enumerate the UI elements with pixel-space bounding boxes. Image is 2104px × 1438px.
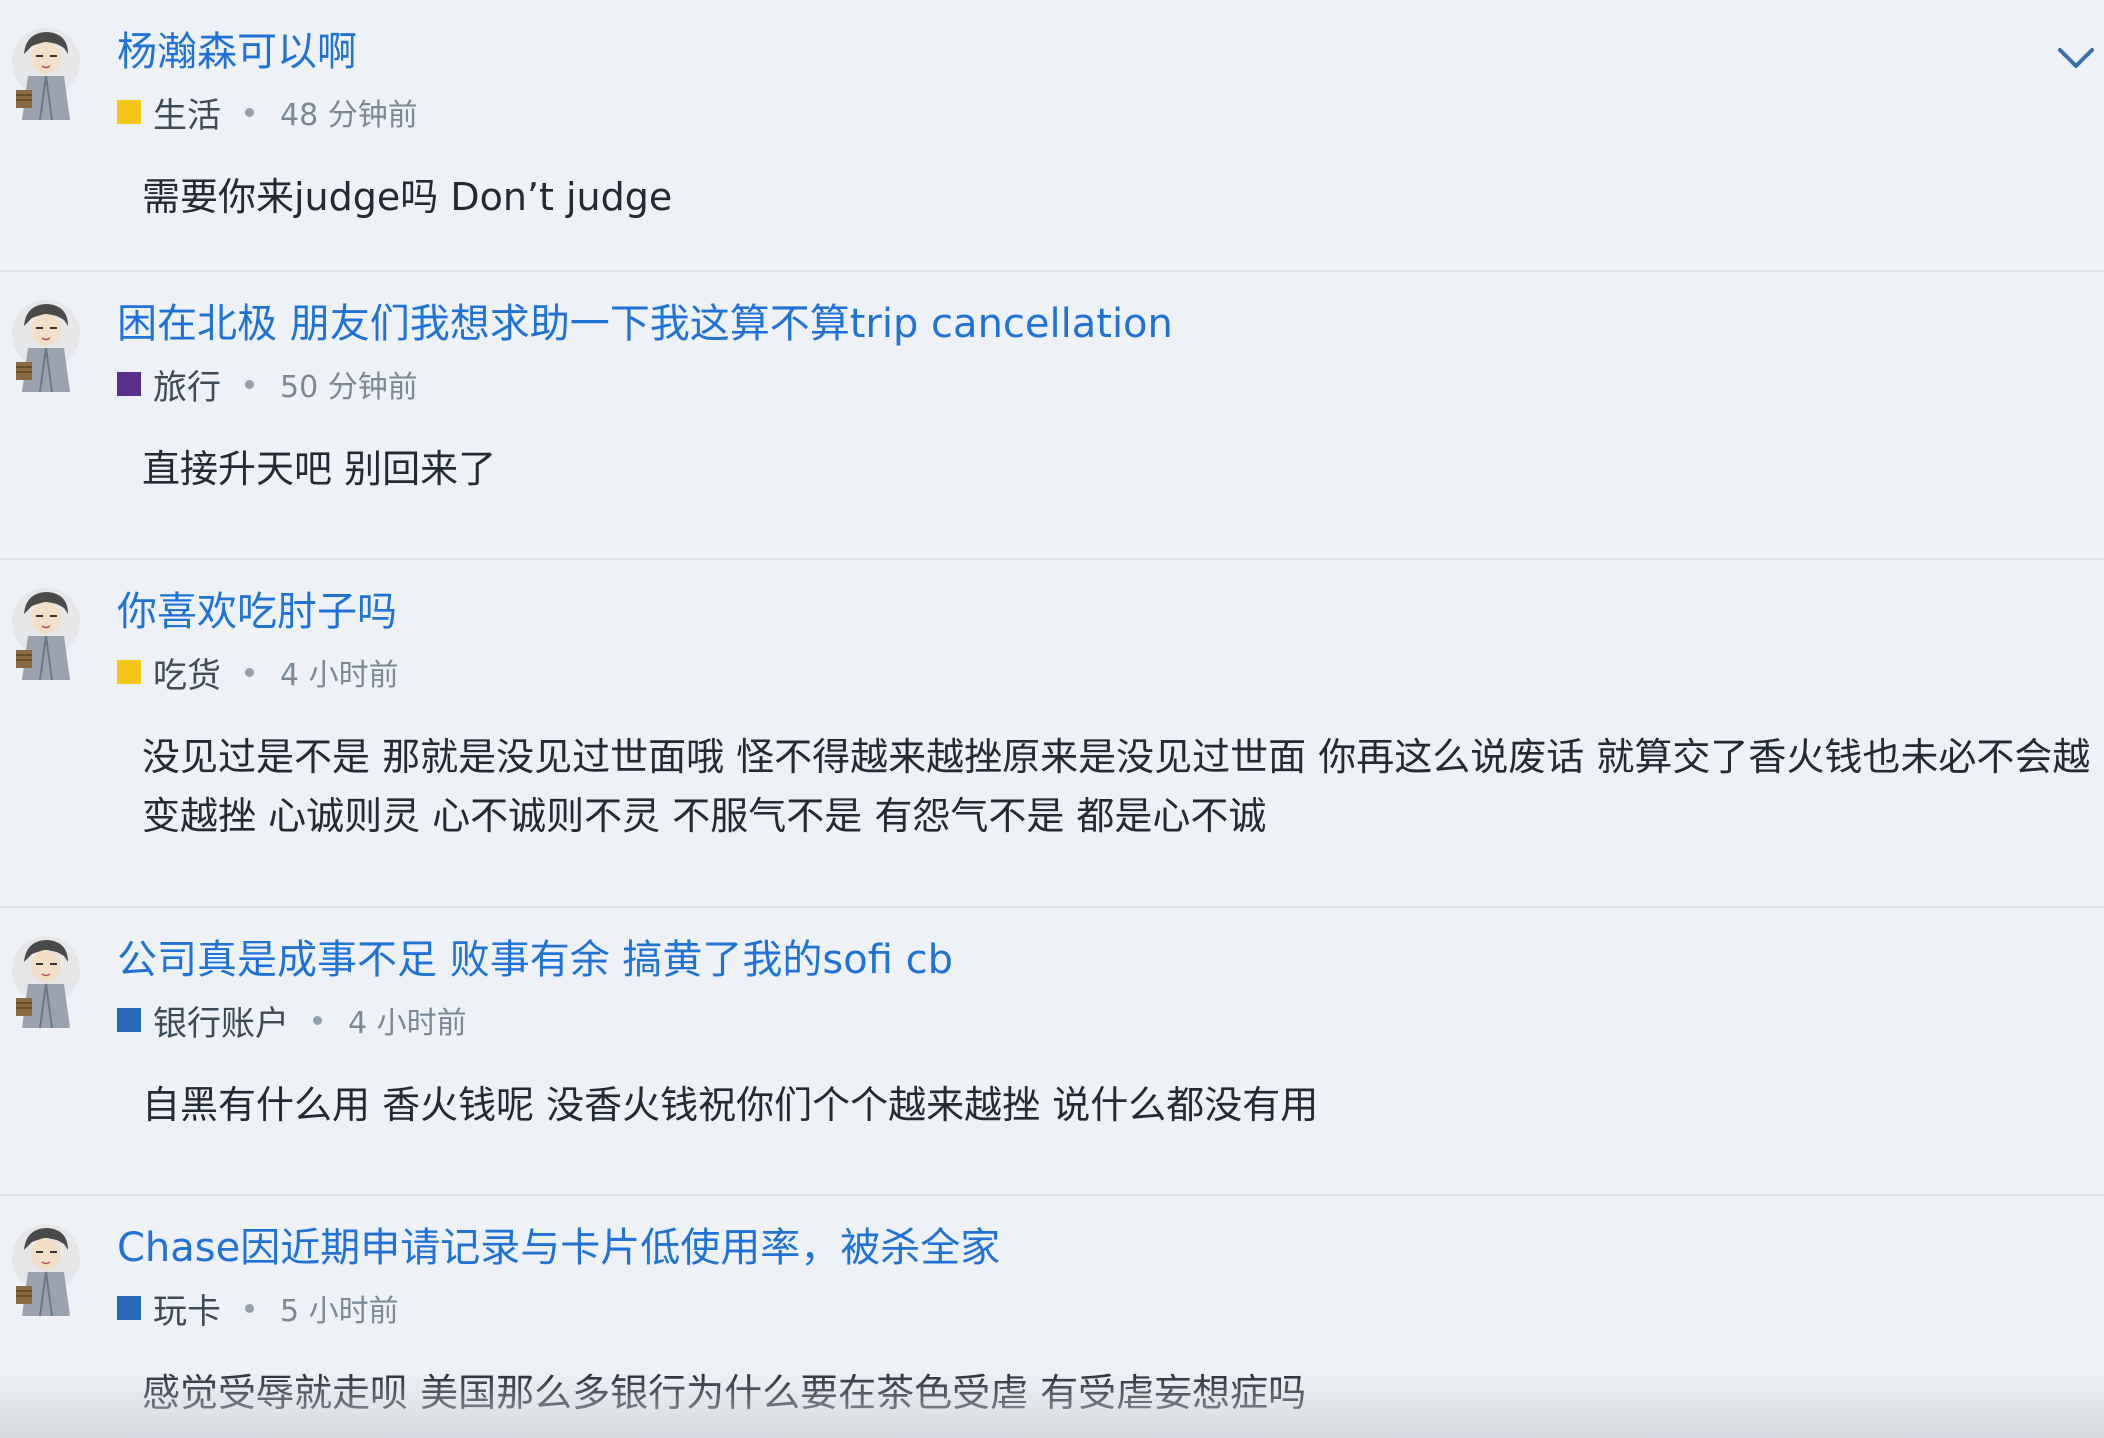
separator-dot: [245, 1303, 254, 1313]
separator-dot: [245, 667, 254, 677]
topic-title-link[interactable]: 杨瀚森可以啊: [117, 26, 357, 78]
category-label[interactable]: 银行账户: [153, 996, 289, 1045]
topic-title-link[interactable]: 困在北极 朋友们我想求助一下我这算不算trip cancellation: [117, 298, 1173, 350]
topic-meta: 吃货 4 小时前: [117, 648, 399, 697]
post-time: 50 分钟前: [280, 370, 418, 405]
post-time: 4 小时前: [280, 658, 399, 693]
category-label[interactable]: 生活: [153, 88, 221, 137]
category-label[interactable]: 旅行: [153, 360, 221, 409]
topic-title-link[interactable]: 你喜欢吃肘子吗: [117, 586, 397, 638]
feed-item: 你喜欢吃肘子吗 吃货 4 小时前 没见过是不是 那就是没见过世面哦 怪不得越来越…: [0, 560, 2104, 908]
category-color-badge: [117, 660, 141, 684]
post-time: 48 分钟前: [280, 98, 418, 133]
topic-feed: 杨瀚森可以啊 生活 48 分钟前 需要你来judge吗 Don’t judge …: [0, 0, 2104, 1438]
user-avatar[interactable]: [6, 24, 88, 126]
feed-item: 困在北极 朋友们我想求助一下我这算不算trip cancellation 旅行 …: [0, 272, 2104, 560]
feed-item: 公司真是成事不足 败事有余 搞黄了我的sofi cb 银行账户 4 小时前 自黑…: [0, 908, 2104, 1196]
category-label[interactable]: 吃货: [153, 648, 221, 697]
post-time: 5 小时前: [280, 1294, 399, 1329]
user-avatar[interactable]: [6, 584, 88, 686]
user-avatar[interactable]: [6, 932, 88, 1034]
feed-item: 杨瀚森可以啊 生活 48 分钟前 需要你来judge吗 Don’t judge: [0, 0, 2104, 272]
topic-meta: 生活 48 分钟前: [117, 88, 418, 137]
category-color-badge: [117, 372, 141, 396]
topic-title-link[interactable]: 公司真是成事不足 败事有余 搞黄了我的sofi cb: [117, 934, 953, 986]
reply-excerpt: 直接升天吧 别回来了: [142, 447, 497, 491]
topic-meta: 银行账户 4 小时前: [117, 996, 467, 1045]
category-color-badge: [117, 1296, 141, 1320]
reply-excerpt: 没见过是不是 那就是没见过世面哦 怪不得越来越挫原来是没见过世面 你再这么说废话…: [142, 735, 2091, 838]
category-color-badge: [117, 100, 141, 124]
reply-excerpt: 感觉受辱就走呗 美国那么多银行为什么要在茶色受虐 有受虐妄想症吗: [142, 1371, 1307, 1415]
post-time: 4 小时前: [348, 1006, 467, 1041]
topic-meta: 旅行 50 分钟前: [117, 360, 418, 409]
user-avatar[interactable]: [6, 296, 88, 398]
reply-excerpt: 自黑有什么用 香火钱呢 没香火钱祝你们个个越来越挫 说什么都没有用: [142, 1083, 1319, 1127]
topic-title-link[interactable]: Chase因近期申请记录与卡片低使用率，被杀全家: [117, 1222, 1000, 1274]
separator-dot: [245, 107, 254, 117]
separator-dot: [313, 1015, 322, 1025]
topic-meta: 玩卡 5 小时前: [117, 1284, 399, 1333]
separator-dot: [245, 379, 254, 389]
feed-item: Chase因近期申请记录与卡片低使用率，被杀全家 玩卡 5 小时前 感觉受辱就走…: [0, 1196, 2104, 1438]
category-color-badge: [117, 1008, 141, 1032]
chevron-down-icon[interactable]: [2054, 36, 2098, 80]
user-avatar[interactable]: [6, 1220, 88, 1322]
reply-excerpt: 需要你来judge吗 Don’t judge: [142, 175, 673, 219]
category-label[interactable]: 玩卡: [153, 1284, 221, 1333]
